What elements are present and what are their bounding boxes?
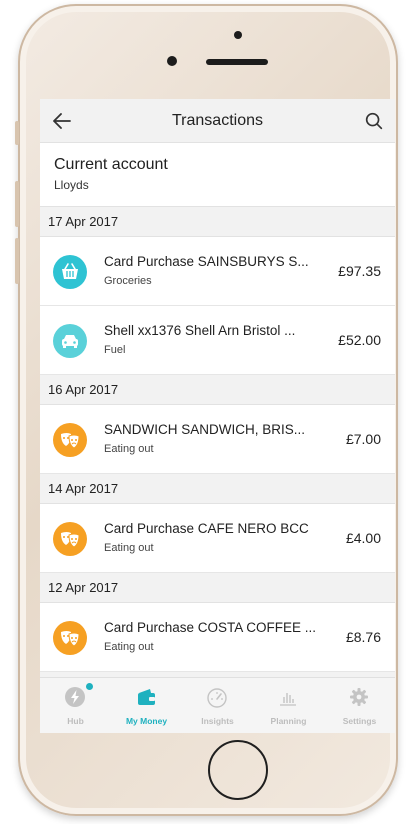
front-camera xyxy=(167,56,177,66)
transaction-row[interactable]: Card Purchase CAFE NERO BCC Eating out £… xyxy=(40,504,395,573)
transaction-amount: £97.35 xyxy=(338,263,381,279)
volume-down-button xyxy=(15,238,19,284)
transaction-title: Shell xx1376 Shell Arn Bristol ... xyxy=(104,323,296,338)
notification-dot xyxy=(86,683,93,690)
app-screen: Transactions Current account Lloyds 17 A… xyxy=(40,99,395,733)
date-header: 14 Apr 2017 xyxy=(40,474,395,504)
lightning-icon xyxy=(65,687,85,707)
theatre-masks-icon xyxy=(53,621,87,655)
date-header: 17 Apr 2017 xyxy=(40,207,395,237)
account-name: Current account xyxy=(54,156,168,173)
account-header: Current account Lloyds xyxy=(40,143,395,207)
transaction-amount: £8.76 xyxy=(345,629,381,645)
page-title: Transactions xyxy=(172,112,263,129)
transaction-title: Card Purchase SAINSBURYS S... xyxy=(104,254,309,269)
tab-hub[interactable]: Hub xyxy=(40,678,111,733)
transaction-category: Eating out xyxy=(104,542,154,554)
tab-label: My Money xyxy=(125,716,168,726)
basket-icon xyxy=(53,255,87,289)
transaction-category: Eating out xyxy=(104,443,154,455)
tab-my-money[interactable]: My Money xyxy=(111,678,182,733)
tab-planning[interactable]: Planning xyxy=(253,678,324,733)
gear-icon xyxy=(350,688,368,706)
mute-switch xyxy=(15,121,19,145)
app-header: Transactions xyxy=(40,99,395,143)
transaction-list: 17 Apr 2017 Card Purchase SAINSBURYS S..… xyxy=(40,207,395,672)
bar-chart-icon xyxy=(280,693,296,706)
tab-label: Settings xyxy=(342,716,377,726)
transaction-amount: £7.00 xyxy=(345,431,381,447)
theatre-masks-icon xyxy=(53,423,87,457)
car-icon xyxy=(53,324,87,358)
tab-label: Hub xyxy=(67,716,84,726)
tab-label: Planning xyxy=(270,716,307,726)
sensor-dot xyxy=(234,31,242,39)
transaction-row[interactable]: Card Purchase SAINSBURYS S... Groceries … xyxy=(40,237,395,306)
transaction-title: Card Purchase CAFE NERO BCC xyxy=(104,521,309,536)
transaction-title: SANDWICH SANDWICH, BRIS... xyxy=(104,422,306,437)
bottom-tab-bar: Hub My Money Insights Planning Settings xyxy=(40,677,395,733)
transaction-row[interactable]: Shell xx1376 Shell Arn Bristol ... Fuel … xyxy=(40,306,395,375)
transaction-row[interactable]: Card Purchase COSTA COFFEE ... Eating ou… xyxy=(40,603,395,672)
home-button[interactable] xyxy=(208,740,268,800)
account-bank: Lloyds xyxy=(54,178,89,192)
date-header: 16 Apr 2017 xyxy=(40,375,395,405)
transaction-amount: £52.00 xyxy=(338,332,381,348)
date-header: 12 Apr 2017 xyxy=(40,573,395,603)
transaction-amount: £4.00 xyxy=(345,530,381,546)
transaction-row[interactable]: SANDWICH SANDWICH, BRIS... Eating out £7… xyxy=(40,405,395,474)
volume-up-button xyxy=(15,181,19,227)
gauge-icon xyxy=(207,688,227,708)
search-icon[interactable] xyxy=(363,110,385,132)
tab-label: Insights xyxy=(201,716,234,726)
transaction-category: Groceries xyxy=(104,275,152,287)
wallet-icon xyxy=(138,689,155,705)
tab-settings[interactable]: Settings xyxy=(324,678,395,733)
transaction-title: Card Purchase COSTA COFFEE ... xyxy=(104,620,317,635)
tab-insights[interactable]: Insights xyxy=(182,678,253,733)
transaction-category: Fuel xyxy=(104,344,126,356)
theatre-masks-icon xyxy=(53,522,87,556)
transaction-category: Eating out xyxy=(104,641,154,653)
earpiece-speaker xyxy=(206,59,268,65)
